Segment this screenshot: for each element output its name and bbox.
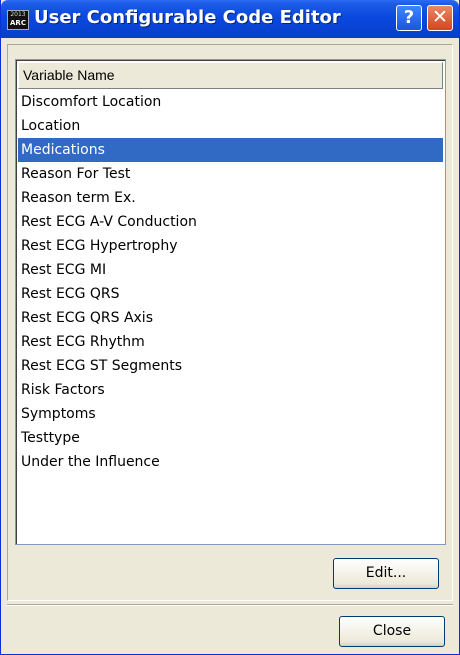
close-button[interactable]: Close	[339, 616, 445, 647]
question-icon: ?	[403, 7, 415, 28]
list-item[interactable]: Rest ECG Hypertrophy	[18, 234, 443, 258]
edit-button[interactable]: Edit...	[333, 558, 439, 589]
list-item[interactable]: Rest ECG QRS Axis	[18, 306, 443, 330]
list-item[interactable]: Risk Factors	[18, 378, 443, 402]
list-item[interactable]: Reason term Ex.	[18, 186, 443, 210]
list-item[interactable]: Rest ECG QRS	[18, 282, 443, 306]
app-icon-label: ARC	[10, 19, 26, 27]
dialog-window: 2013 ARC User Configurable Code Editor ?…	[0, 0, 460, 655]
list-item[interactable]: Rest ECG A-V Conduction	[18, 210, 443, 234]
variable-listbox[interactable]: Variable Name Discomfort Location Locatio…	[15, 59, 446, 545]
window-title: User Configurable Code Editor	[34, 7, 341, 28]
list-item[interactable]: Testtype	[18, 426, 443, 450]
list-item[interactable]: Rest ECG ST Segments	[18, 354, 443, 378]
list-item[interactable]: Medications	[18, 138, 443, 162]
list-item[interactable]: Location	[18, 114, 443, 138]
list-item[interactable]: Rest ECG Rhythm	[18, 330, 443, 354]
title-bar[interactable]: 2013 ARC User Configurable Code Editor ?…	[1, 0, 459, 38]
help-button[interactable]: ?	[396, 5, 422, 31]
list-item[interactable]: Rest ECG MI	[18, 258, 443, 282]
title-close-button[interactable]: ✕	[427, 5, 453, 31]
list-items: Discomfort Location Location Medications Re…	[18, 90, 443, 474]
list-item[interactable]: Discomfort Location	[18, 90, 443, 114]
column-header-variable-name[interactable]: Variable Name	[18, 62, 443, 89]
list-item[interactable]: Symptoms	[18, 402, 443, 426]
close-icon: ✕	[432, 6, 448, 28]
app-icon: 2013 ARC	[7, 10, 29, 30]
separator	[7, 604, 453, 606]
app-icon-year: 2013	[10, 11, 26, 18]
list-item[interactable]: Under the Influence	[18, 450, 443, 474]
list-item[interactable]: Reason For Test	[18, 162, 443, 186]
